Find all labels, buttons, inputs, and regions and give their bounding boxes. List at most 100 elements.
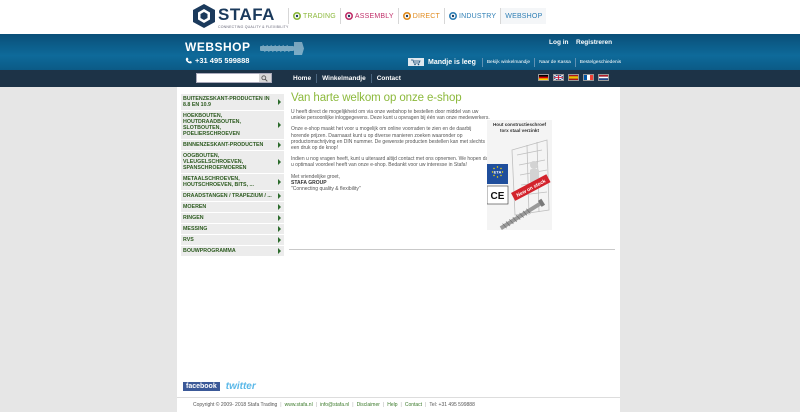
division-logo-icon <box>344 12 353 20</box>
chevron-right-icon <box>278 99 281 105</box>
search-button[interactable] <box>259 74 271 82</box>
screw-icon <box>260 42 304 55</box>
view-cart-button[interactable]: Bekijk winkelmandje <box>481 57 534 67</box>
division-tab-industry[interactable]: INDUSTRY <box>444 8 500 24</box>
nav-home[interactable]: Home <box>288 74 316 83</box>
copyright-text: Copyright © 2009- 2018 Stafa Trading <box>193 402 278 408</box>
footer-link-disclaimer[interactable]: Disclaimer <box>354 402 383 408</box>
ce-label: CE <box>491 191 505 202</box>
page-title: Van harte welkom op onze e-shop <box>291 92 462 104</box>
language-flags <box>538 74 609 81</box>
login-link[interactable]: Log in <box>549 39 569 46</box>
social-links: facebook twitter <box>183 381 256 392</box>
category-label: MESSING <box>183 226 208 232</box>
top-bar: STAFA CONNECTING QUALITY & FLEXIBILITY T… <box>0 0 800 34</box>
chevron-right-icon <box>278 122 281 128</box>
facebook-link[interactable]: facebook <box>183 382 220 391</box>
flag-de-icon[interactable] <box>538 74 549 81</box>
page-body: BUITENZESKANT-PRODUCTEN IN 8.8 EN 10.9 HO… <box>177 87 620 397</box>
flag-fr-icon[interactable] <box>583 74 594 81</box>
category-label: METAALSCHROEVEN, HOUTSCHROEVEN, BITS, ..… <box>183 176 254 188</box>
footer: Copyright © 2009- 2018 Stafa Trading | w… <box>177 397 620 412</box>
category-label: MOEREN <box>183 204 207 210</box>
chevron-right-icon <box>278 226 281 232</box>
promo-image: ETA CE New on stock <box>487 120 552 230</box>
welcome-content: Van harte welkom op onze e-shop U heeft … <box>291 92 491 192</box>
division-nav: TRADING ASSEMBLY DIRECT INDUSTRY WEBSHOP <box>288 8 547 24</box>
promo-title: Hout constructieschroef torx staal verzi… <box>492 122 547 133</box>
flag-nl-icon[interactable] <box>598 74 609 81</box>
category-sidebar: BUITENZESKANT-PRODUCTEN IN 8.8 EN 10.9 HO… <box>181 94 284 257</box>
division-tab-direct[interactable]: DIRECT <box>397 8 444 24</box>
stafa-logo-icon <box>193 4 215 28</box>
cart-icon <box>408 58 424 66</box>
signature: Met vriendelijke groet, STAFA GROUP "Con… <box>291 174 491 193</box>
nav-cart[interactable]: Winkelmandje <box>316 74 371 83</box>
footer-link-help[interactable]: Help <box>384 402 400 408</box>
search-icon <box>261 74 268 82</box>
main-menu-bar: Home Winkelmandje Contact <box>0 70 800 87</box>
webshop-title: WEBSHOP <box>185 40 251 54</box>
category-label: RVS <box>183 237 194 243</box>
chevron-right-icon <box>278 142 281 148</box>
stafa-logo[interactable]: STAFA CONNECTING QUALITY & FLEXIBILITY <box>193 4 288 32</box>
division-tab-trading[interactable]: TRADING <box>288 8 340 24</box>
division-logo-icon <box>402 12 411 20</box>
division-tab-assembly[interactable]: ASSEMBLY <box>339 8 398 24</box>
chevron-right-icon <box>278 204 281 210</box>
category-label: DRAADSTANGEN / TRAPEZIUM / ... <box>183 193 272 199</box>
content-divider <box>289 249 615 250</box>
category-item[interactable]: MOEREN <box>181 202 284 213</box>
search-input[interactable] <box>197 74 259 82</box>
footer-link-email[interactable]: info@stafa.nl <box>317 402 352 408</box>
category-item[interactable]: OOGBOUTEN, VLEUGELSCHROEVEN, SPANSCHROEF… <box>181 151 284 174</box>
division-tab-label: DIRECT <box>412 12 440 20</box>
checkout-button[interactable]: Naar de Kassa <box>534 57 575 67</box>
footer-link-contact[interactable]: Contact <box>402 402 425 408</box>
cart-bar: Mandje is leeg Bekijk winkelmandje Naar … <box>408 56 625 68</box>
eta-label: ETA <box>494 170 502 175</box>
category-label: RINGEN <box>183 215 204 221</box>
division-tab-label: TRADING <box>303 12 336 20</box>
main-nav: Home Winkelmandje Contact <box>288 70 406 87</box>
division-tab-webshop[interactable]: WEBSHOP <box>500 8 547 24</box>
cart-status: Mandje is leeg <box>428 58 476 66</box>
category-label: BOUWPROGRAMMA <box>183 248 236 254</box>
chevron-right-icon <box>278 215 281 221</box>
chevron-right-icon <box>278 179 281 185</box>
category-item[interactable]: BINNENZESKANT-PRODUCTEN <box>181 140 284 151</box>
nav-contact[interactable]: Contact <box>370 74 406 83</box>
register-link[interactable]: Registreren <box>576 39 612 46</box>
intro-paragraph-2: Onze e-shop maakt het voor u mogelijk om… <box>291 126 485 152</box>
phone-text: +31 495 599888 <box>195 56 250 65</box>
brand-tagline: CONNECTING QUALITY & FLEXIBILITY <box>218 25 289 29</box>
footer-phone: Tel: +31 495 599888 <box>429 402 475 408</box>
chevron-right-icon <box>278 159 281 165</box>
flag-en-icon[interactable] <box>553 74 564 81</box>
search-box <box>196 73 272 83</box>
phone-number: +31 495 599888 <box>185 56 249 65</box>
category-item[interactable]: DRAADSTANGEN / TRAPEZIUM / ... <box>181 191 284 202</box>
company-motto: "Connecting quality & flexibility" <box>291 186 361 193</box>
chevron-right-icon <box>278 193 281 199</box>
category-item[interactable]: METAALSCHROEVEN, HOUTSCHROEVEN, BITS, ..… <box>181 174 284 191</box>
phone-icon <box>185 57 192 64</box>
header-banner: WEBSHOP +31 495 599888 Log in Registrere… <box>0 34 800 70</box>
category-item[interactable]: RINGEN <box>181 213 284 224</box>
chevron-right-icon <box>278 237 281 243</box>
category-item[interactable]: HOEKBOUTEN, HOUTDRAADBOUTEN, SLOTBOUTEN,… <box>181 111 284 140</box>
category-label: BINNENZESKANT-PRODUCTEN <box>183 142 264 148</box>
order-history-button[interactable]: Bestelgeschiedenis <box>574 57 625 67</box>
category-item[interactable]: RVS <box>181 235 284 246</box>
chevron-right-icon <box>278 248 281 254</box>
category-label: OOGBOUTEN, VLEUGELSCHROEVEN, SPANSCHROEF… <box>183 153 247 171</box>
intro-paragraph-1: U heeft direct de mogelijkheid om via on… <box>291 109 490 122</box>
twitter-link[interactable]: twitter <box>226 381 256 392</box>
footer-link-website[interactable]: www.stafa.nl <box>282 402 316 408</box>
category-item[interactable]: BUITENZESKANT-PRODUCTEN IN 8.8 EN 10.9 <box>181 94 284 111</box>
promo-banner[interactable]: ETA CE New on stock Hout constructieschr… <box>487 120 552 250</box>
division-logo-icon <box>449 12 457 20</box>
flag-es-icon[interactable] <box>568 74 579 81</box>
category-item[interactable]: BOUWPROGRAMMA <box>181 246 284 257</box>
category-item[interactable]: MESSING <box>181 224 284 235</box>
